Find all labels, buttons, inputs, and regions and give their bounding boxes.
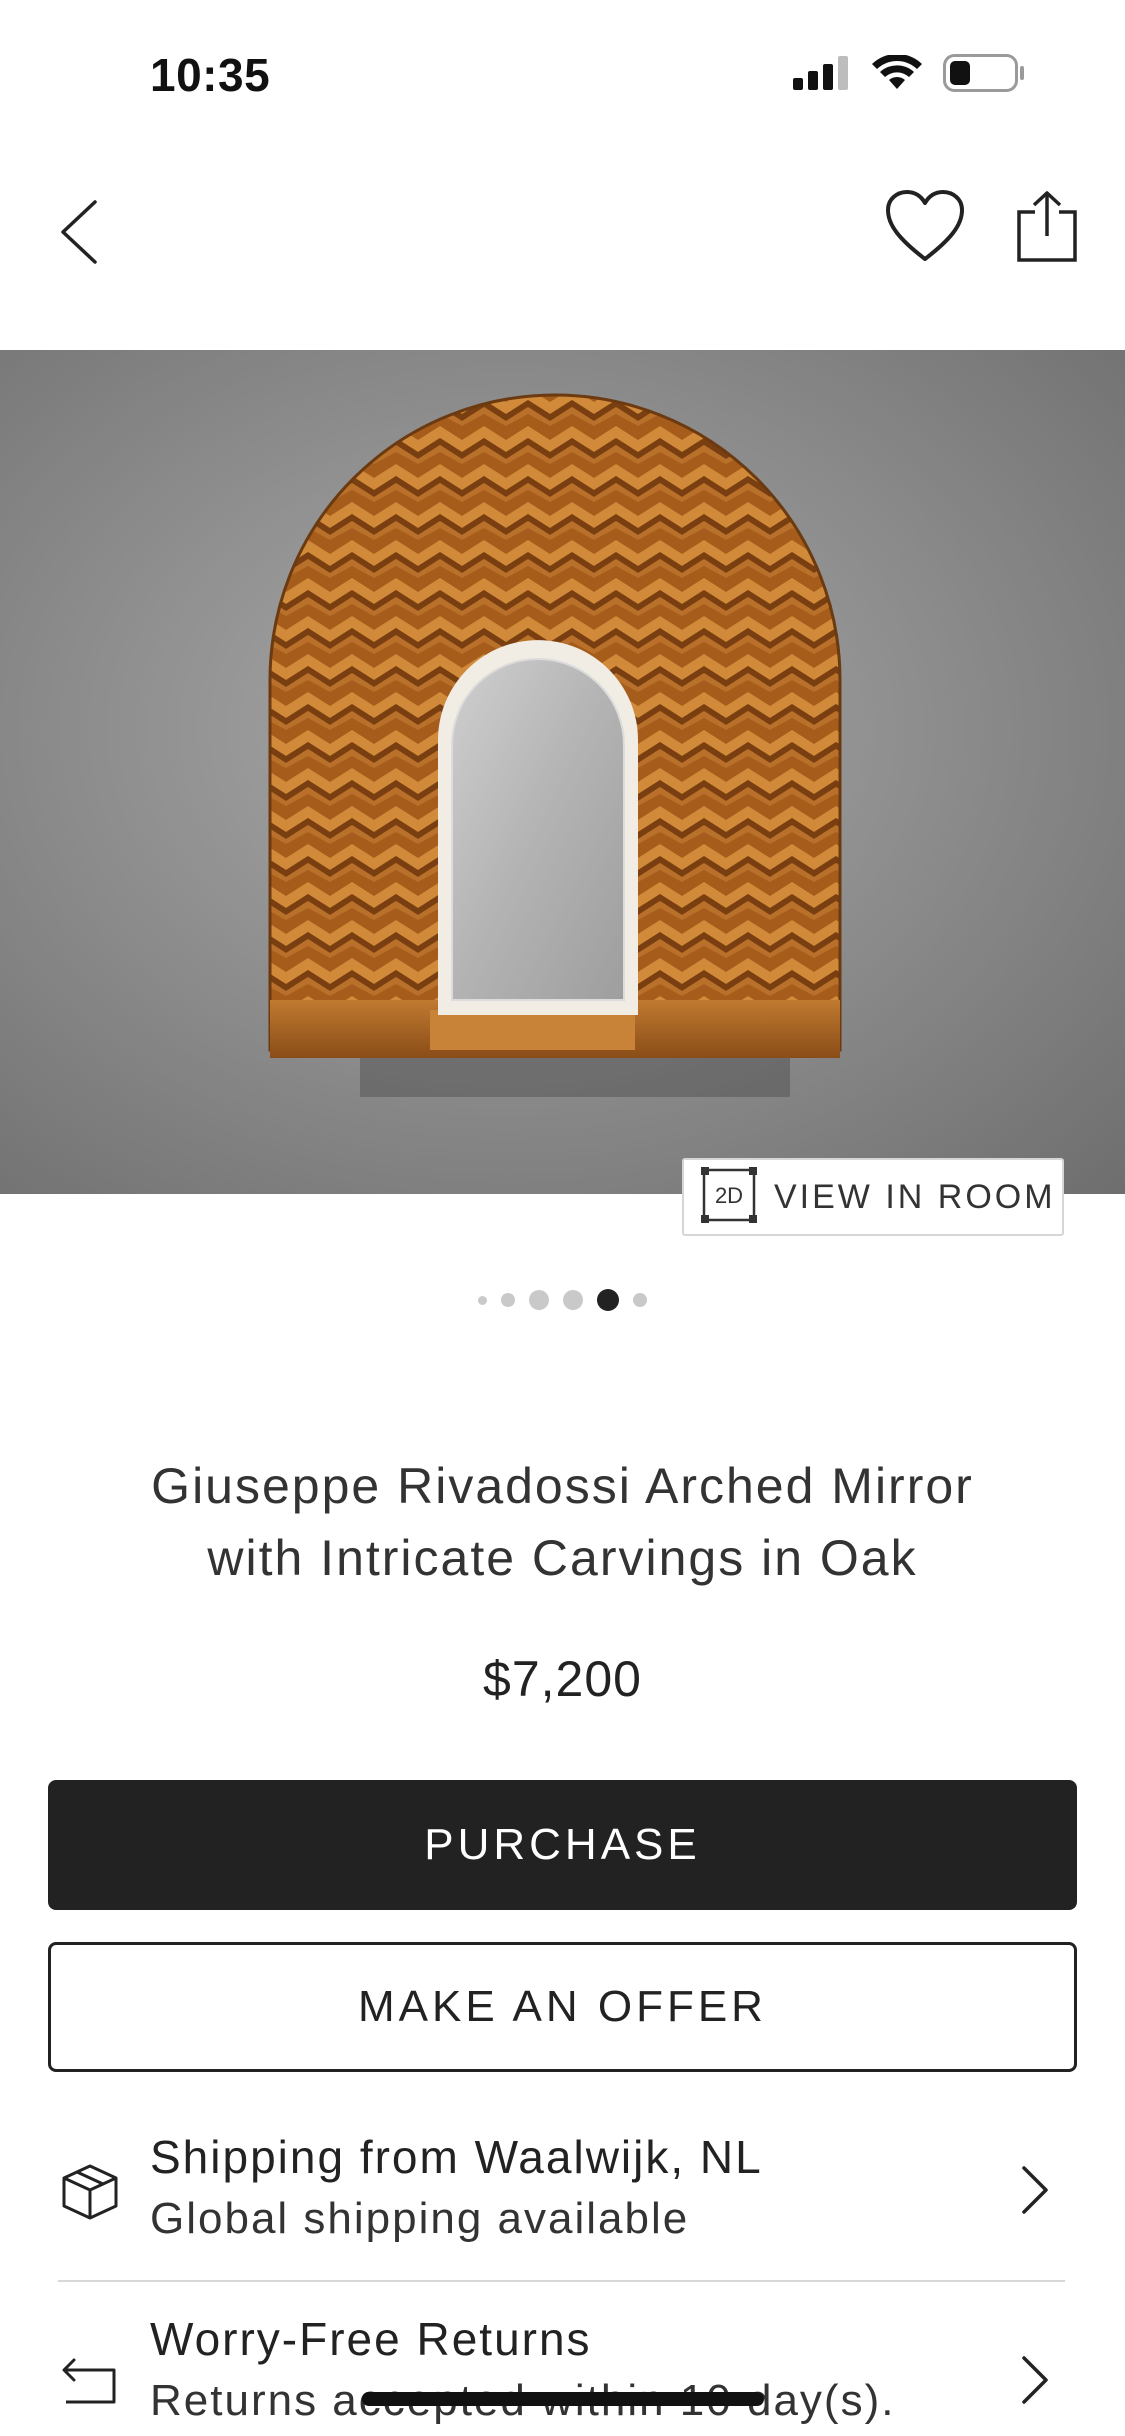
image-pager: [0, 1282, 1125, 1318]
home-indicator[interactable]: [362, 2392, 764, 2406]
returns-row[interactable]: Worry-Free Returns Returns accepted with…: [0, 2300, 1125, 2436]
share-button[interactable]: [997, 178, 1097, 278]
wifi-icon: [871, 53, 923, 96]
chevron-right-icon: [1015, 2160, 1055, 2220]
return-arrow-icon: [58, 2350, 122, 2414]
purchase-button[interactable]: PURCHASE: [48, 1780, 1077, 1910]
back-button[interactable]: [44, 184, 114, 284]
signal-icon: [793, 56, 851, 95]
battery-icon: [943, 54, 1025, 97]
pager-dot[interactable]: [478, 1295, 487, 1305]
product-price: $7,200: [483, 1651, 642, 1707]
returns-title: Worry-Free Returns: [150, 2313, 592, 2365]
chevron-left-icon: [59, 199, 99, 270]
product-image[interactable]: [0, 350, 1125, 1194]
badge-2d: 2D: [715, 1183, 743, 1208]
status-time: 10:35: [150, 49, 271, 101]
box-icon: [58, 2160, 122, 2224]
shipping-title: Shipping from Waalwijk, NL: [150, 2131, 763, 2183]
status-icons: [793, 53, 1025, 97]
make-offer-button[interactable]: MAKE AN OFFER: [48, 1942, 1077, 2072]
product-title: Giuseppe Rivadossi Arched Mirror with In…: [60, 1450, 1065, 1594]
favorite-button[interactable]: [875, 178, 975, 278]
view-in-room-label: VIEW IN ROOM: [774, 1177, 1056, 1216]
pager-dot[interactable]: [633, 1293, 647, 1307]
shipping-subtitle: Global shipping available: [150, 2194, 690, 2243]
share-icon: [1017, 190, 1077, 267]
shipping-row[interactable]: Shipping from Waalwijk, NL Global shippi…: [0, 2110, 1125, 2290]
arched-mirror-illustration: [268, 393, 842, 1097]
pager-dot[interactable]: [563, 1290, 583, 1310]
ar-view-icon: 2D: [700, 1166, 758, 1229]
heart-icon: [885, 189, 965, 268]
status-bar: 10:35: [0, 0, 1125, 150]
product-detail-screen: 10:35 2D VIEW IN ROOM Giuseppe Rivadossi…: [0, 0, 1125, 2436]
divider: [58, 2280, 1065, 2282]
product-title-line-1: Giuseppe Rivadossi Arched Mirror: [151, 1458, 974, 1514]
pager-dot[interactable]: [501, 1293, 515, 1307]
product-title-line-2: with Intricate Carvings in Oak: [207, 1530, 918, 1586]
pager-dot[interactable]: [529, 1290, 549, 1310]
chevron-right-icon: [1015, 2350, 1055, 2410]
navigation-bar: [0, 150, 1125, 350]
pager-dot-active[interactable]: [597, 1289, 619, 1311]
view-in-room-button[interactable]: 2D VIEW IN ROOM: [682, 1158, 1064, 1236]
